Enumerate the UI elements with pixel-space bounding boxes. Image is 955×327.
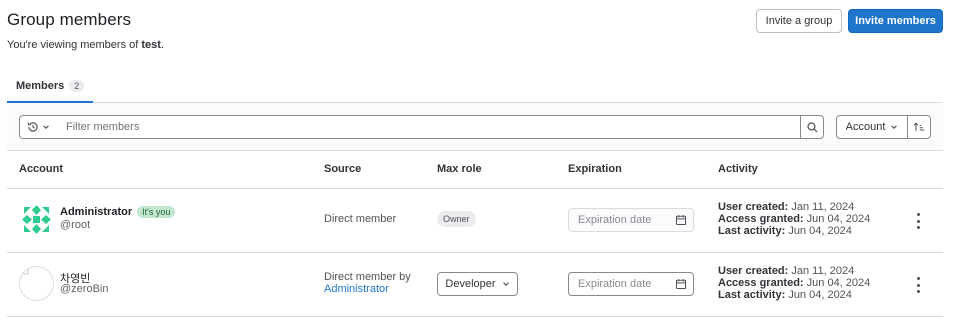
member-source: Direct member bbox=[324, 213, 397, 225]
sort-by-label: Account bbox=[845, 121, 886, 133]
column-expiration: Expiration bbox=[568, 163, 622, 175]
last-activity-date: Jun 04, 2024 bbox=[788, 289, 852, 301]
role-dropdown-label: Developer bbox=[445, 278, 496, 290]
identicon-avatar bbox=[19, 202, 54, 237]
history-icon bbox=[27, 122, 38, 132]
page-subtitle: You're viewing members of test. bbox=[7, 39, 164, 51]
chevron-down-icon bbox=[43, 125, 49, 130]
column-max-role: Max role bbox=[437, 163, 482, 175]
member-username: @root bbox=[60, 219, 91, 231]
table-header: Account Source Max role Expiration Activ… bbox=[7, 151, 943, 189]
expiration-date-input[interactable]: Expiration date bbox=[568, 272, 694, 296]
chevron-down-icon bbox=[502, 282, 509, 287]
user-created-date: Jan 11, 2024 bbox=[791, 201, 855, 213]
member-source: Direct member by Administrator bbox=[324, 271, 411, 295]
recent-searches-button[interactable] bbox=[19, 115, 58, 139]
avatar[interactable] bbox=[19, 202, 54, 237]
calendar-icon bbox=[675, 215, 687, 226]
invite-members-button[interactable]: Invite members bbox=[848, 9, 943, 33]
sort-direction-button[interactable] bbox=[907, 115, 931, 139]
tab-members-label: Members bbox=[16, 79, 65, 92]
access-granted-date: Jun 04, 2024 bbox=[806, 213, 871, 225]
search-button[interactable] bbox=[800, 115, 824, 139]
column-activity: Activity bbox=[718, 163, 758, 175]
member-name-line: Administrator It's you bbox=[60, 206, 176, 218]
chevron-down-icon bbox=[891, 125, 898, 130]
member-name[interactable]: Administrator bbox=[60, 206, 132, 218]
page-title: Group members bbox=[7, 10, 132, 29]
member-activity: User created: Jan 11, 2024 Access grante… bbox=[718, 201, 871, 237]
member-activity: User created: Jan 11, 2024 Access grante… bbox=[718, 265, 871, 301]
table-row: Administrator It's you @root Direct memb… bbox=[7, 189, 943, 253]
more-actions-icon[interactable] bbox=[913, 213, 923, 229]
filter-bar: Filter members Account bbox=[7, 103, 943, 151]
filter-members-input[interactable]: Filter members bbox=[57, 115, 801, 139]
column-account[interactable]: Account bbox=[19, 163, 63, 175]
tab-members[interactable]: Members 2 bbox=[7, 70, 93, 103]
group-name: test bbox=[141, 39, 161, 51]
sort-ascending-icon bbox=[913, 122, 925, 131]
more-actions-icon[interactable] bbox=[913, 277, 923, 293]
tabs-bar: Members 2 bbox=[7, 70, 943, 103]
last-activity-date: Jun 04, 2024 bbox=[788, 225, 852, 237]
user-created-date: Jan 11, 2024 bbox=[791, 265, 855, 277]
role-badge: Owner bbox=[437, 211, 476, 227]
table-row: 차영빈 @zeroBin Direct member by Administra… bbox=[7, 253, 943, 317]
access-granted-date: Jun 04, 2024 bbox=[806, 277, 871, 289]
expiration-date-input: Expiration date bbox=[568, 208, 694, 232]
search-icon bbox=[806, 121, 817, 132]
sort-by-dropdown[interactable]: Account bbox=[836, 115, 908, 139]
source-user-link[interactable]: Administrator bbox=[324, 283, 389, 295]
tab-members-count: 2 bbox=[69, 79, 85, 92]
column-source: Source bbox=[324, 163, 362, 175]
member-username: @zeroBin bbox=[60, 283, 109, 295]
avatar[interactable] bbox=[19, 266, 54, 301]
its-you-badge: It's you bbox=[137, 206, 176, 218]
role-dropdown[interactable]: Developer bbox=[437, 272, 518, 296]
calendar-icon bbox=[675, 279, 687, 290]
invite-group-button[interactable]: Invite a group bbox=[756, 9, 842, 33]
broken-image-icon bbox=[22, 269, 29, 275]
